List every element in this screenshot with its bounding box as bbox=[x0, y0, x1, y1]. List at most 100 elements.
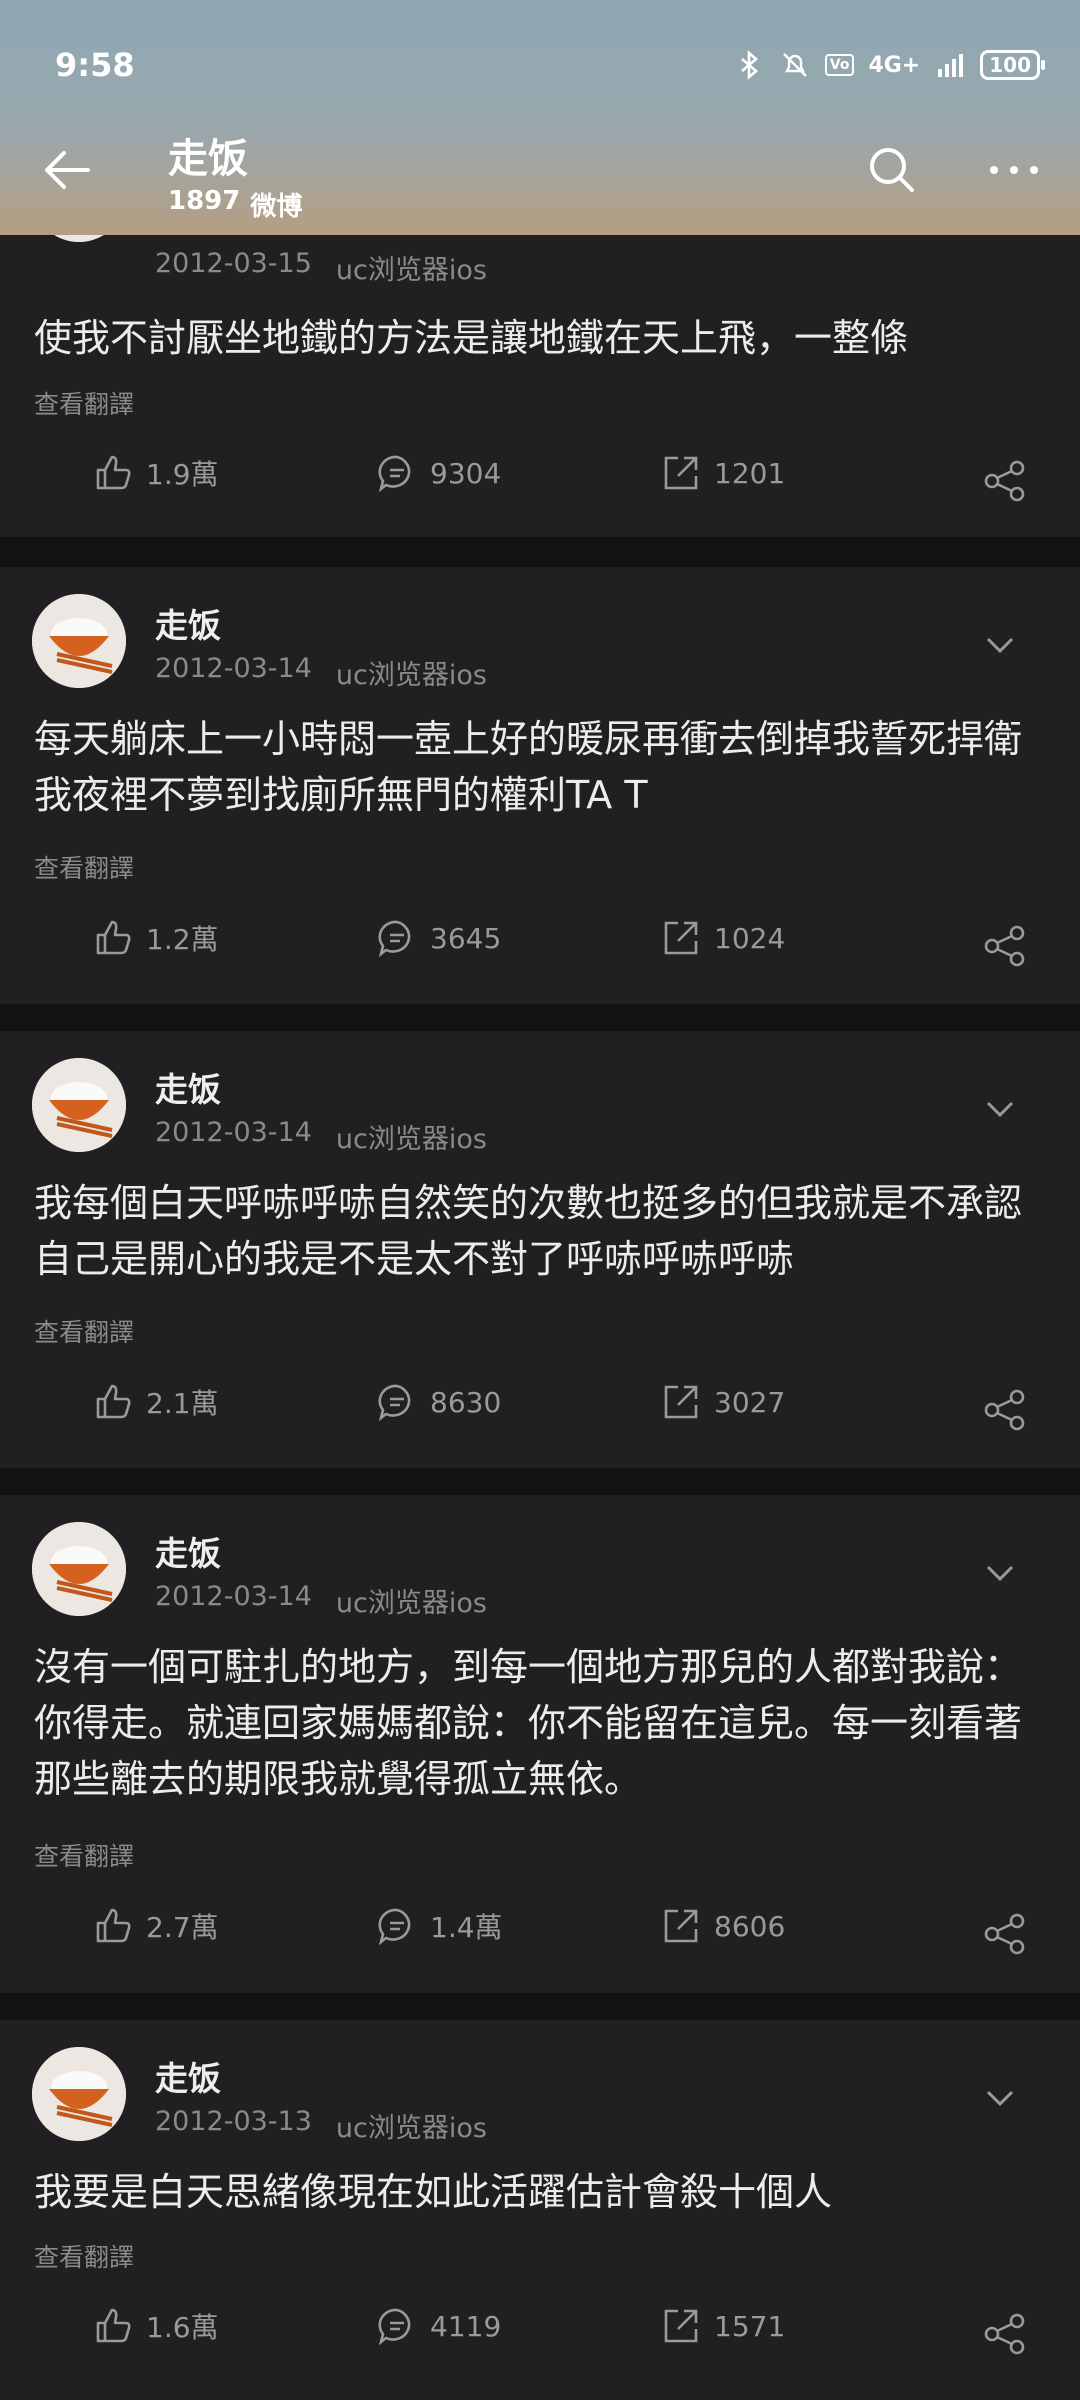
post-text: 每天躺床上一小時悶一壺上好的暖尿再衝去倒掉我誓死捍衛我夜裡不夢到找廁所無門的權利… bbox=[34, 717, 1023, 817]
post-meta: 2012-03-15 uc浏览器ios bbox=[155, 248, 487, 287]
thumbs-up-icon bbox=[96, 455, 131, 490]
post-count-label: 微博 bbox=[250, 192, 303, 222]
post-date: 2012-03-14 bbox=[155, 1117, 312, 1148]
translate-link[interactable]: 查看翻譯 bbox=[34, 849, 134, 885]
share-icon[interactable] bbox=[982, 1911, 1028, 1957]
like-button[interactable]: 2.1萬 bbox=[92, 1381, 219, 1423]
like-count: 1.2萬 bbox=[146, 923, 219, 956]
chevron-down-icon[interactable] bbox=[982, 627, 1018, 663]
status-time: 9:58 bbox=[55, 46, 135, 84]
comment-button[interactable]: 3645 bbox=[376, 917, 501, 959]
repost-count: 1571 bbox=[714, 2309, 786, 2343]
like-count: 1.6萬 bbox=[146, 2311, 219, 2344]
thumbs-up-icon bbox=[96, 2308, 131, 2343]
translate-link[interactable]: 查看翻譯 bbox=[34, 1313, 134, 1349]
post-count-number: 1897 bbox=[168, 186, 241, 216]
top-header: 9:58 Vo 4G+ 100 走饭 1897 微博 bbox=[0, 0, 1080, 235]
comment-count: 8630 bbox=[430, 1385, 502, 1419]
comment-button[interactable]: 8630 bbox=[376, 1381, 501, 1423]
post-date: 2012-03-15 bbox=[155, 248, 312, 279]
post-actions: 1.6萬 4119 1571 bbox=[0, 2305, 1080, 2365]
thumbs-up-icon bbox=[96, 1384, 131, 1419]
comment-icon bbox=[378, 920, 411, 958]
status-bar: 9:58 Vo 4G+ 100 bbox=[55, 40, 1045, 90]
comment-button[interactable]: 4119 bbox=[376, 2305, 501, 2347]
search-icon[interactable] bbox=[864, 142, 920, 198]
post-author[interactable]: 走饭 bbox=[155, 1063, 221, 1111]
repost-button[interactable]: 1024 bbox=[660, 917, 785, 959]
back-arrow-icon[interactable] bbox=[38, 140, 98, 200]
like-button[interactable]: 2.7萬 bbox=[92, 1905, 219, 1947]
comment-button[interactable]: 9304 bbox=[376, 452, 501, 494]
page-title: 走饭 bbox=[168, 136, 248, 182]
comment-icon bbox=[378, 455, 411, 493]
comment-icon bbox=[378, 1908, 411, 1946]
chevron-down-icon[interactable] bbox=[982, 2080, 1018, 2116]
comment-count: 4119 bbox=[430, 2309, 502, 2343]
share-icon[interactable] bbox=[982, 923, 1028, 969]
avatar[interactable] bbox=[32, 1522, 126, 1616]
repost-button[interactable]: 1201 bbox=[660, 452, 785, 494]
repost-count: 3027 bbox=[714, 1385, 786, 1419]
repost-icon bbox=[664, 456, 698, 490]
post-meta: 2012-03-14 uc浏览器ios bbox=[155, 1117, 487, 1156]
repost-icon bbox=[664, 1385, 698, 1419]
post-source: uc浏览器ios bbox=[335, 2113, 487, 2144]
share-icon[interactable] bbox=[982, 2311, 1028, 2357]
post-meta: 2012-03-14 uc浏览器ios bbox=[155, 653, 487, 692]
post-card[interactable]: 走饭 2012-03-13 uc浏览器ios 我要是白天思緒像現在如此活躍估計會… bbox=[0, 2020, 1080, 2400]
repost-count: 8606 bbox=[714, 1909, 786, 1943]
avatar[interactable] bbox=[32, 1058, 126, 1152]
repost-icon bbox=[664, 1909, 698, 1943]
more-icon[interactable] bbox=[984, 142, 1044, 198]
repost-icon bbox=[664, 921, 698, 955]
share-icon[interactable] bbox=[982, 1387, 1028, 1433]
share-icon[interactable] bbox=[982, 458, 1028, 504]
repost-count: 1024 bbox=[714, 921, 786, 955]
post-meta: 2012-03-13 uc浏览器ios bbox=[155, 2106, 487, 2145]
comment-button[interactable]: 1.4萬 bbox=[376, 1905, 503, 1947]
like-button[interactable]: 1.9萬 bbox=[92, 452, 219, 494]
post-source: uc浏览器ios bbox=[335, 255, 487, 286]
post-card[interactable]: 走饭 2012-03-14 uc浏览器ios 我每個白天呼哧呼哧自然笑的次數也挺… bbox=[0, 1031, 1080, 1468]
post-author[interactable]: 走饭 bbox=[155, 599, 221, 647]
translate-link[interactable]: 查看翻譯 bbox=[34, 385, 134, 421]
post-text: 沒有一個可駐扎的地方，到每一個地方那兒的人都對我說：你得走。就連回家媽媽都說：你… bbox=[34, 1645, 1023, 1801]
avatar[interactable] bbox=[32, 594, 126, 688]
like-count: 2.7萬 bbox=[146, 1911, 219, 1944]
thumbs-up-icon bbox=[96, 920, 131, 955]
chevron-down-icon[interactable] bbox=[982, 1555, 1018, 1591]
repost-count: 1201 bbox=[714, 456, 786, 490]
bell-off-icon bbox=[782, 53, 807, 77]
chevron-down-icon[interactable] bbox=[982, 1091, 1018, 1127]
post-actions: 2.1萬 8630 3027 bbox=[0, 1381, 1080, 1441]
repost-button[interactable]: 1571 bbox=[660, 2305, 785, 2347]
avatar[interactable] bbox=[32, 2047, 126, 2141]
comment-icon bbox=[378, 1384, 411, 1422]
repost-icon bbox=[664, 2309, 698, 2343]
post-author[interactable]: 走饭 bbox=[155, 1527, 221, 1575]
comment-count: 1.4萬 bbox=[430, 1911, 503, 1944]
post-meta: 2012-03-14 uc浏览器ios bbox=[155, 1581, 487, 1620]
post-text: 使我不討厭坐地鐵的方法是讓地鐵在天上飛，一整條 bbox=[34, 316, 909, 360]
like-button[interactable]: 1.6萬 bbox=[92, 2305, 219, 2347]
repost-button[interactable]: 3027 bbox=[660, 1381, 785, 1423]
post-source: uc浏览器ios bbox=[335, 660, 487, 691]
battery-indicator: 100 bbox=[980, 50, 1045, 80]
post-card[interactable]: 走饭 2012-03-14 uc浏览器ios 沒有一個可駐扎的地方，到每一個地方… bbox=[0, 1495, 1080, 1993]
post-card[interactable]: 走饭 2012-03-14 uc浏览器ios 每天躺床上一小時悶一壺上好的暖尿再… bbox=[0, 567, 1080, 1004]
like-button[interactable]: 1.2萬 bbox=[92, 917, 219, 959]
post-text: 我要是白天思緒像現在如此活躍估計會殺十個人 bbox=[34, 2170, 833, 2214]
repost-button[interactable]: 8606 bbox=[660, 1905, 785, 1947]
post-count: 1897 微博 bbox=[168, 186, 302, 223]
post-text: 我每個白天呼哧呼哧自然笑的次數也挺多的但我就是不承認自己是開心的我是不是太不對了… bbox=[34, 1181, 1023, 1281]
post-actions: 1.2萬 3645 1024 bbox=[0, 917, 1080, 977]
post-author[interactable]: 走饭 bbox=[155, 2052, 221, 2100]
post-source: uc浏览器ios bbox=[335, 1124, 487, 1155]
post-date: 2012-03-14 bbox=[155, 653, 312, 684]
translate-link[interactable]: 查看翻譯 bbox=[34, 1837, 134, 1873]
translate-link[interactable]: 查看翻譯 bbox=[34, 2238, 134, 2274]
comment-count: 9304 bbox=[430, 456, 502, 490]
status-icons: Vo 4G+ 100 bbox=[733, 49, 1045, 81]
post-date: 2012-03-14 bbox=[155, 1581, 312, 1612]
